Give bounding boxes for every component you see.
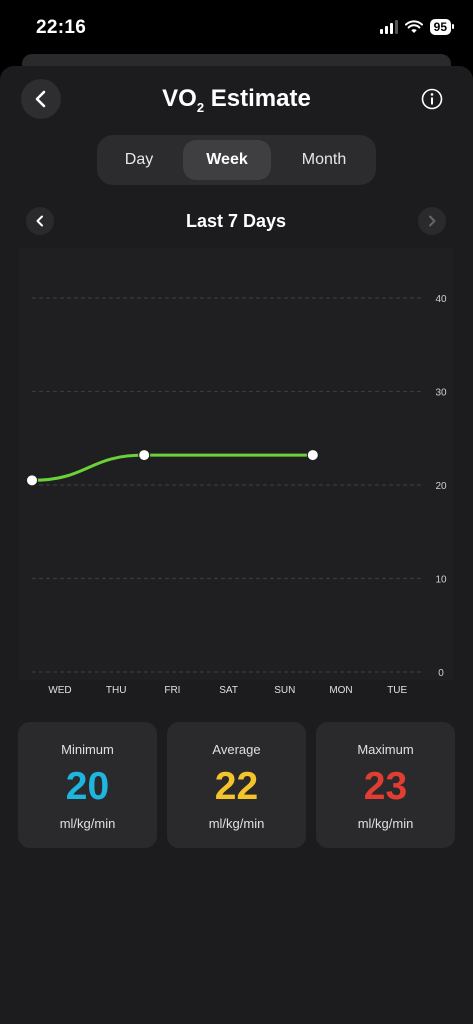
average-card: Average 22 ml/kg/min: [167, 722, 306, 848]
y-tick-label: 40: [435, 294, 447, 305]
x-tick-label: THU: [106, 685, 127, 696]
next-period-button[interactable]: [418, 207, 446, 235]
tab-month[interactable]: Month: [278, 140, 370, 180]
x-tick-label: MON: [329, 685, 352, 696]
status-bar: 22:16 95: [0, 0, 473, 56]
status-icons: 95: [379, 19, 455, 35]
data-point: [138, 449, 151, 462]
x-tick-label: SAT: [219, 685, 238, 696]
maximum-unit: ml/kg/min: [357, 816, 414, 831]
period-navigator: Last 7 Days: [26, 206, 446, 236]
y-tick-label: 20: [435, 481, 447, 492]
tab-week[interactable]: Week: [183, 140, 271, 180]
x-tick-label: WED: [48, 685, 71, 696]
battery-indicator: 95: [429, 19, 455, 35]
maximum-label: Maximum: [357, 742, 414, 757]
tab-day[interactable]: Day: [103, 140, 175, 180]
x-tick-label: FRI: [164, 685, 180, 696]
chart-svg: 40 30 20 10 0 WED THU FRI SAT SUN MON TUE: [18, 248, 454, 696]
x-tick-label: SUN: [274, 685, 295, 696]
page-title: VO2 Estimate: [162, 85, 311, 115]
data-point: [306, 449, 319, 462]
average-value: 22: [214, 765, 259, 808]
data-point: [26, 474, 38, 487]
chevron-right-icon: [429, 215, 436, 227]
info-icon[interactable]: [420, 87, 444, 111]
minimum-label: Minimum: [61, 742, 114, 757]
vo2-chart: 40 30 20 10 0 WED THU FRI SAT SUN MON TUE: [18, 248, 454, 708]
minimum-card: Minimum 20 ml/kg/min: [18, 722, 157, 848]
average-label: Average: [212, 742, 261, 757]
range-segmented-control: Day Week Month: [97, 135, 376, 185]
average-unit: ml/kg/min: [208, 816, 265, 831]
minimum-unit: ml/kg/min: [59, 816, 116, 831]
y-tick-label: 30: [435, 388, 447, 399]
maximum-value: 23: [363, 765, 408, 808]
maximum-card: Maximum 23 ml/kg/min: [316, 722, 455, 848]
minimum-value: 20: [65, 765, 110, 808]
chart-plot-background: [18, 248, 454, 680]
y-tick-label: 10: [435, 575, 447, 586]
period-label: Last 7 Days: [185, 211, 287, 231]
wifi-icon: [404, 20, 423, 33]
cellular-signal-icon: [379, 20, 398, 34]
x-tick-label: TUE: [387, 685, 407, 696]
status-time: 22:16: [36, 17, 87, 38]
y-tick-label: 0: [438, 668, 444, 679]
